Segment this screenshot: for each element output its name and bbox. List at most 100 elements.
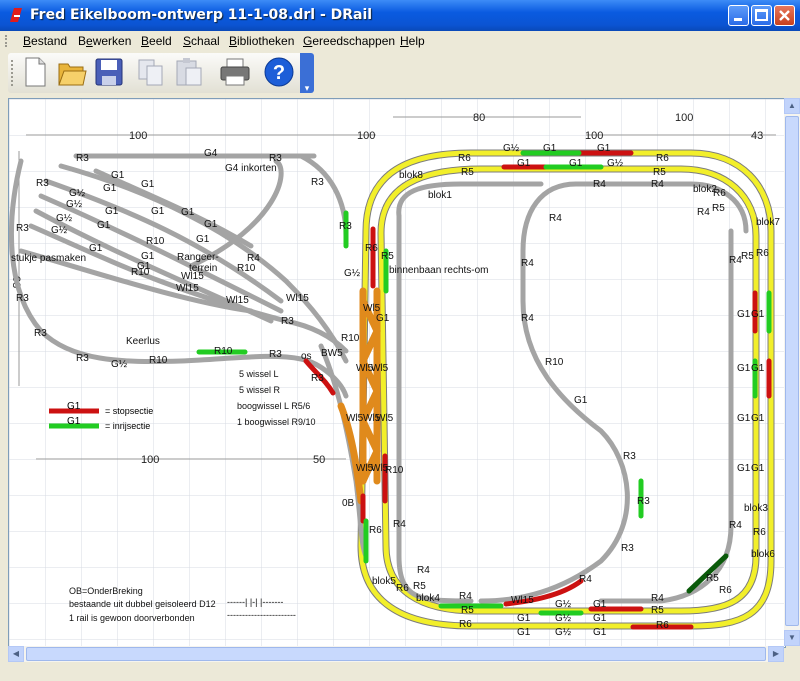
svg-text:G1: G1	[597, 143, 611, 154]
menu-bewerken[interactable]: Bewerken	[78, 34, 131, 48]
scroll-left-arrow[interactable]: ◀	[8, 646, 24, 662]
svg-text:R10: R10	[214, 346, 233, 357]
menu-gereedschappen[interactable]: Gereedschappen	[303, 34, 395, 48]
menu-bibliotheken[interactable]: Bibliotheken	[229, 34, 294, 48]
menu-bestand[interactable]: Bestand	[23, 34, 67, 48]
note-text: 5 wissel L	[239, 369, 279, 379]
svg-text:R10: R10	[149, 355, 168, 366]
svg-text:G½: G½	[344, 268, 361, 279]
svg-text:R3: R3	[311, 177, 324, 188]
svg-text:R4: R4	[549, 213, 562, 224]
maximize-icon	[755, 9, 768, 21]
dimension-label: 50	[313, 454, 325, 466]
svg-text:G½: G½	[111, 359, 128, 370]
svg-text:R5: R5	[461, 167, 474, 178]
menu-grip	[5, 35, 9, 47]
svg-text:G½: G½	[555, 599, 572, 610]
svg-text:R3: R3	[269, 349, 282, 360]
open-folder-icon[interactable]	[55, 55, 89, 89]
maximize-button[interactable]	[751, 5, 772, 26]
svg-text:G1: G1	[737, 463, 751, 474]
track-label: G4	[204, 148, 218, 159]
svg-text:G1: G1	[517, 627, 531, 638]
svg-text:G1: G1	[574, 395, 588, 406]
track-label: blok3	[744, 503, 768, 514]
track-label: os	[301, 351, 312, 362]
copy-icon[interactable]	[134, 55, 168, 89]
svg-text:R4: R4	[593, 179, 606, 190]
svg-text:R4: R4	[579, 574, 592, 585]
svg-text:R5: R5	[741, 251, 754, 262]
new-icon[interactable]	[18, 55, 52, 89]
vertical-scrollbar[interactable]: ▲ ▼	[784, 98, 800, 646]
svg-text:G1: G1	[751, 309, 765, 320]
svg-text:G1: G1	[751, 413, 765, 424]
legend-text: = inrijsectie	[105, 421, 150, 431]
svg-text:G½: G½	[69, 188, 86, 199]
footer-note: ------| |-| |-------	[227, 597, 283, 607]
svg-text:R6: R6	[396, 583, 409, 594]
track-label: blok4	[416, 593, 440, 604]
svg-text:R4: R4	[697, 207, 710, 218]
track-label: G4 inkorten	[225, 163, 277, 174]
svg-text:G1: G1	[151, 206, 165, 217]
scroll-up-arrow[interactable]: ▲	[784, 98, 800, 114]
svg-text:G½: G½	[66, 199, 83, 210]
svg-text:Wl5: Wl5	[376, 413, 394, 424]
dimension-label: 100	[141, 454, 159, 466]
svg-text:R4: R4	[393, 519, 406, 530]
close-button[interactable]	[774, 5, 795, 26]
svg-text:R3: R3	[269, 153, 282, 164]
svg-text:Wl15: Wl15	[286, 293, 309, 304]
svg-text:G1: G1	[593, 613, 607, 624]
track-label: Keerlus	[126, 336, 160, 347]
close-icon	[779, 10, 790, 21]
track-plan[interactable]: 100 100 80 100 100 43 03 100 50 G4 G4 in…	[9, 99, 785, 647]
svg-text:R3: R3	[621, 543, 634, 554]
svg-text:R4: R4	[521, 313, 534, 324]
svg-text:R6: R6	[458, 153, 471, 164]
print-icon[interactable]	[218, 55, 252, 89]
svg-text:R4: R4	[651, 593, 664, 604]
track-label: blok5	[372, 576, 396, 587]
minimize-button[interactable]	[728, 5, 749, 26]
scroll-down-arrow[interactable]: ▼	[784, 630, 800, 646]
svg-text:R3: R3	[16, 223, 29, 234]
toolbar-overflow-chevron[interactable]: ▾	[300, 53, 314, 93]
horizontal-scroll-thumb[interactable]	[26, 647, 766, 661]
svg-text:G1: G1	[737, 363, 751, 374]
paste-icon[interactable]	[172, 55, 206, 89]
window-title: Fred Eikelboom-ontwerp 11-1-08.drl - DRa…	[30, 7, 373, 23]
menu-help[interactable]: Help	[400, 34, 425, 48]
svg-text:G1: G1	[105, 206, 119, 217]
dimension-label: 80	[473, 112, 485, 124]
help-icon[interactable]: ?	[262, 55, 296, 89]
dimension-label: 100	[585, 130, 603, 142]
drawing-canvas[interactable]: 100 100 80 100 100 43 03 100 50 G4 G4 in…	[8, 98, 786, 648]
svg-text:G1: G1	[517, 613, 531, 624]
toolbar-grip	[11, 60, 13, 86]
track-label: blok8	[399, 170, 423, 181]
horizontal-scrollbar[interactable]: ◀ ▶	[8, 646, 784, 662]
svg-text:R6: R6	[719, 585, 732, 596]
svg-text:R10: R10	[146, 236, 165, 247]
vertical-scroll-thumb[interactable]	[785, 116, 799, 626]
track-label: Rangeer-	[177, 252, 219, 263]
svg-text:R6: R6	[756, 248, 769, 259]
svg-text:Wl15: Wl15	[226, 295, 249, 306]
menu-beeld[interactable]: Beeld	[141, 34, 172, 48]
svg-text:R5: R5	[461, 605, 474, 616]
svg-text:R6: R6	[656, 153, 669, 164]
svg-text:G1: G1	[751, 363, 765, 374]
svg-text:R3: R3	[16, 293, 29, 304]
menu-schaal[interactable]: Schaal	[183, 34, 220, 48]
svg-text:G1: G1	[376, 313, 390, 324]
svg-text:G½: G½	[607, 158, 624, 169]
svg-text:R3: R3	[36, 178, 49, 189]
scroll-right-arrow[interactable]: ▶	[768, 646, 784, 662]
status-area	[0, 662, 800, 681]
svg-text:G1: G1	[569, 158, 583, 169]
toolbar: ? ▾	[0, 51, 800, 95]
save-icon[interactable]	[92, 55, 126, 89]
svg-text:G1: G1	[737, 309, 751, 320]
